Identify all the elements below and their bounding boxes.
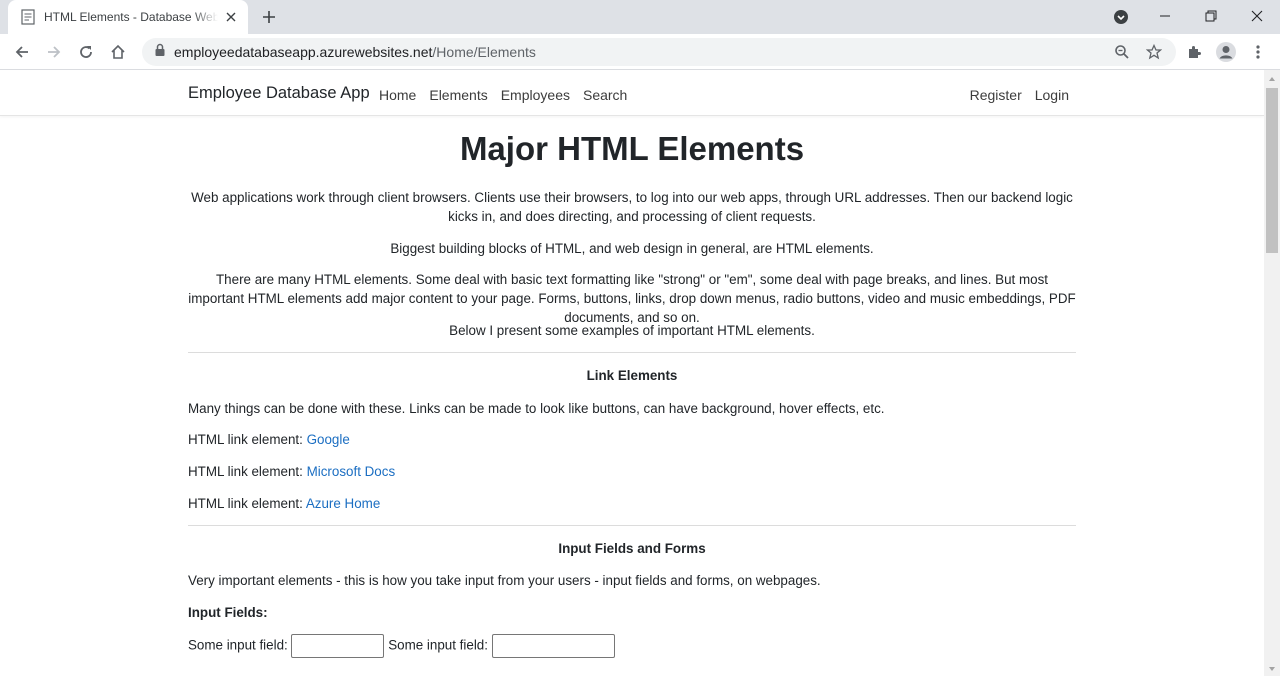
- link-elements-description: Many things can be done with these. Link…: [188, 401, 885, 416]
- profile-avatar-icon[interactable]: [1212, 38, 1240, 66]
- page-favicon-icon: [20, 9, 36, 25]
- nav-link-register[interactable]: Register: [970, 87, 1022, 103]
- restore-icon[interactable]: [1188, 0, 1234, 32]
- link-row-microsoft-docs: HTML link element: Microsoft Docs: [188, 462, 395, 481]
- page-viewport: Employee Database App Home Elements Empl…: [0, 70, 1264, 676]
- navbar-links: Home Elements Employees Search: [379, 87, 640, 103]
- minimize-icon[interactable]: [1142, 0, 1188, 32]
- input-fields-description: Very important elements - this is how yo…: [188, 573, 821, 588]
- url-path: /Home/Elements: [432, 44, 536, 60]
- lock-icon: [154, 43, 166, 62]
- reload-icon[interactable]: [72, 38, 100, 66]
- google-link[interactable]: Google: [307, 432, 350, 447]
- nav-link-login[interactable]: Login: [1035, 87, 1069, 103]
- link-label: HTML link element:: [188, 464, 303, 479]
- navbar-brand[interactable]: Employee Database App: [188, 84, 370, 103]
- link-row-azure-home: HTML link element: Azure Home: [188, 494, 380, 513]
- close-tab-icon[interactable]: [222, 8, 240, 26]
- home-icon[interactable]: [104, 38, 132, 66]
- page-title: Major HTML Elements: [459, 130, 805, 167]
- input-fields-heading: Input Fields and Forms: [558, 541, 706, 556]
- scroll-up-arrow-icon[interactable]: [1264, 72, 1280, 86]
- back-icon[interactable]: [8, 38, 36, 66]
- link-label: HTML link element:: [188, 496, 303, 511]
- nav-link-search[interactable]: Search: [583, 87, 627, 103]
- link-label: HTML link element:: [188, 432, 303, 447]
- azure-home-link[interactable]: Azure Home: [306, 496, 380, 511]
- zoom-icon[interactable]: [1112, 42, 1132, 62]
- tab-strip: HTML Elements - Database Web App: [0, 0, 1280, 34]
- address-bar[interactable]: employeedatabaseapp.azurewebsites.net/Ho…: [142, 38, 1176, 66]
- close-window-icon[interactable]: [1234, 0, 1280, 32]
- divider: [188, 525, 1076, 526]
- link-elements-heading: Link Elements: [586, 368, 678, 383]
- divider: [188, 352, 1076, 353]
- link-row-google: HTML link element: Google: [188, 430, 350, 449]
- browser-tab[interactable]: HTML Elements - Database Web App: [8, 0, 248, 34]
- intro-paragraph-4: Below I present some examples of importa…: [449, 323, 815, 338]
- nav-link-home[interactable]: Home: [379, 87, 416, 103]
- input-label-1: Some input field:: [188, 637, 288, 653]
- page-scrollbar[interactable]: [1264, 70, 1280, 676]
- url-host: employeedatabaseapp.azurewebsites.net: [174, 44, 433, 60]
- input-fields-row: Some input field: Some input field:: [188, 634, 615, 658]
- some-input-field-1[interactable]: [291, 634, 385, 658]
- tab-search-icon[interactable]: [1110, 6, 1132, 28]
- browser-toolbar: employeedatabaseapp.azurewebsites.net/Ho…: [0, 34, 1280, 70]
- navbar-auth-links: Register Login: [957, 87, 1069, 103]
- site-navbar: Employee Database App Home Elements Empl…: [0, 70, 1264, 116]
- nav-link-employees[interactable]: Employees: [501, 87, 570, 103]
- intro-paragraph-3: There are many HTML elements. Some deal …: [188, 272, 1076, 325]
- tab-title: HTML Elements - Database Web App: [44, 10, 218, 24]
- new-tab-icon[interactable]: [258, 6, 280, 28]
- scrollbar-thumb[interactable]: [1266, 88, 1278, 253]
- input-label-2: Some input field:: [388, 637, 488, 653]
- some-input-field-2[interactable]: [491, 634, 615, 658]
- nav-link-elements[interactable]: Elements: [429, 87, 487, 103]
- url-text: employeedatabaseapp.azurewebsites.net/Ho…: [174, 44, 536, 60]
- menu-kebab-icon[interactable]: [1244, 38, 1272, 66]
- scroll-down-arrow-icon[interactable]: [1264, 662, 1280, 676]
- input-fields-subheading: Input Fields:: [188, 605, 268, 620]
- intro-paragraph-2: Biggest building blocks of HTML, and web…: [390, 241, 874, 256]
- extensions-icon[interactable]: [1180, 38, 1208, 66]
- microsoft-docs-link[interactable]: Microsoft Docs: [307, 464, 396, 479]
- forward-icon[interactable]: [40, 38, 68, 66]
- bookmark-star-icon[interactable]: [1144, 42, 1164, 62]
- intro-paragraph-1: Web applications work through client bro…: [191, 190, 1073, 224]
